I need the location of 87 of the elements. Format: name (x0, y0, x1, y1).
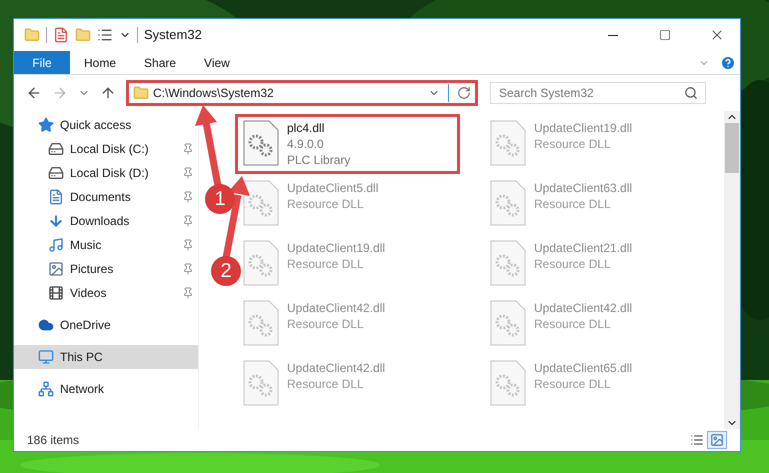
search-icon (684, 86, 698, 100)
file-name: UpdateClient21.dll (534, 240, 632, 256)
drive-icon (48, 141, 64, 157)
nav-item[interactable]: Local Disk (D:) (14, 161, 198, 185)
refresh-icon[interactable] (457, 86, 471, 100)
file-description: Resource DLL (534, 256, 612, 272)
pin-icon[interactable] (182, 239, 194, 251)
file-name: UpdateClient63.dll (534, 180, 632, 196)
nav-item[interactable]: OneDrive (14, 313, 198, 337)
cloud-icon (38, 317, 54, 333)
maximize-icon (659, 29, 671, 41)
film-icon (48, 285, 64, 301)
file-description: Resource DLL (287, 256, 365, 272)
file-description: Resource DLL (534, 376, 612, 392)
pin-icon[interactable] (182, 215, 194, 227)
file-name: UpdateClient42.dll (287, 300, 386, 316)
file-version: 4.9.0.0 (287, 136, 325, 152)
gear-file-icon (243, 120, 279, 166)
back-icon[interactable] (26, 85, 42, 101)
gear-file-icon (243, 360, 279, 406)
pin-icon[interactable] (182, 263, 194, 275)
file-description: Resource DLL (534, 196, 612, 212)
search-field[interactable]: Search System32 (490, 82, 706, 104)
file-name: plc4.dll (287, 120, 326, 136)
file-name: UpdateClient19.dll (534, 120, 632, 136)
help-icon[interactable] (720, 54, 736, 70)
pin-icon[interactable] (182, 167, 194, 179)
nav-item[interactable]: This PC (14, 345, 198, 369)
properties-icon[interactable] (53, 27, 69, 43)
file-description: PLC Library (287, 152, 350, 168)
folder-icon[interactable] (24, 27, 40, 43)
document-icon (48, 189, 64, 205)
nav-item[interactable]: Downloads (14, 209, 198, 233)
gear-file-icon (490, 360, 526, 406)
ribbon-tab[interactable]: Home (70, 51, 130, 74)
gear-file-icon (490, 180, 526, 226)
address-path: C:\Windows\System32 (153, 85, 275, 102)
nav-item[interactable]: Local Disk (C:) (14, 137, 198, 161)
image-icon (710, 433, 724, 447)
nav-item[interactable]: Pictures (14, 257, 198, 281)
gear-file-icon (490, 240, 526, 286)
pin-icon[interactable] (182, 287, 194, 299)
list-icon (690, 433, 704, 447)
nav-item[interactable]: Network (14, 377, 198, 401)
file-name: UpdateClient42.dll (287, 360, 386, 376)
file-description: Resource DLL (534, 136, 612, 152)
ribbon-tab[interactable]: View (190, 51, 244, 74)
nav-item[interactable]: Quick access (14, 113, 198, 137)
network-icon (38, 381, 54, 397)
file-description: Resource DLL (534, 316, 612, 332)
layout-icon[interactable] (97, 27, 113, 43)
file-name: UpdateClient65.dll (534, 360, 632, 376)
file-tile[interactable]: plc4.dll 4.9.0.0 PLC Library (239, 118, 447, 168)
file-menu-tab[interactable]: File (14, 51, 70, 74)
scrollbar[interactable] (724, 111, 740, 429)
gear-file-icon (243, 300, 279, 346)
nav-item[interactable]: Videos (14, 281, 198, 305)
file-name: UpdateClient19.dll (287, 240, 386, 256)
file-description: Resource DLL (287, 316, 365, 332)
scroll-thumb[interactable] (725, 123, 739, 173)
picture-icon (48, 261, 64, 277)
up-icon[interactable] (100, 85, 116, 101)
file-description: Resource DLL (287, 376, 365, 392)
monitor-icon (38, 349, 54, 365)
gear-file-icon (243, 240, 279, 286)
star-icon (38, 117, 54, 133)
large-icons-view-button[interactable] (707, 431, 727, 449)
file-name: UpdateClient42.dll (534, 300, 632, 316)
pin-icon[interactable] (182, 143, 194, 155)
drive-icon (48, 165, 64, 181)
file-name: UpdateClient5.dll (287, 180, 378, 196)
new-folder-icon[interactable] (75, 27, 91, 43)
nav-item[interactable]: Documents (14, 185, 198, 209)
minimize-icon (608, 34, 618, 36)
folder-icon (133, 85, 149, 101)
gear-file-icon (243, 180, 279, 226)
nav-item[interactable]: Music (14, 233, 198, 257)
forward-icon[interactable] (52, 85, 68, 101)
pin-icon[interactable] (182, 191, 194, 203)
gear-file-icon (490, 120, 526, 166)
address-field[interactable]: C:\Windows\System32 (126, 80, 478, 106)
music-note-icon (48, 237, 64, 253)
ribbon-tab[interactable]: Share (130, 51, 190, 74)
file-description: Resource DLL (287, 196, 365, 212)
item-count: 186 items (27, 432, 80, 449)
gear-file-icon (490, 300, 526, 346)
window-title: System32 (144, 26, 202, 44)
